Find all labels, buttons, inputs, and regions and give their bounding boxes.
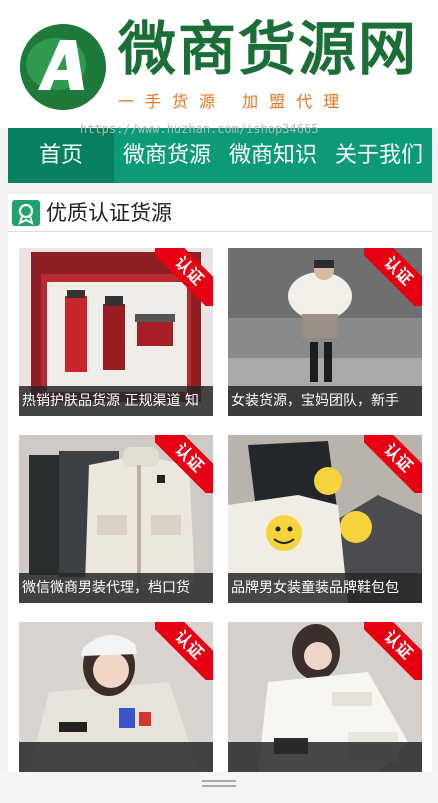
product-caption xyxy=(228,742,422,772)
product-caption xyxy=(19,742,213,772)
product-caption: 女装货源，宝妈团队，新手 xyxy=(228,386,422,416)
certified-badge: 认证 xyxy=(364,248,422,306)
product-card[interactable]: 认证 xyxy=(228,622,422,772)
nav-wechat-knowledge[interactable]: 微商知识 xyxy=(220,128,326,183)
product-card[interactable]: 认证 xyxy=(19,622,213,772)
main-nav: 首页 微商货源 微商知识 关于我们 xyxy=(8,128,432,183)
site-slogan: 一手货源 加盟代理 xyxy=(118,92,351,111)
watermark: https://www.huzhan.com/ishop34665 xyxy=(80,122,319,136)
browser-bottom-bar xyxy=(0,772,438,803)
logo-a-icon xyxy=(20,24,106,110)
certified-badge: 认证 xyxy=(364,435,422,493)
nav-wechat-supply[interactable]: 微商货源 xyxy=(114,128,220,183)
nav-about-us[interactable]: 关于我们 xyxy=(326,128,432,183)
product-card[interactable]: 认证 热销护肤品货源 正规渠道 知 xyxy=(19,248,213,416)
section-header: 优质认证货源 xyxy=(8,194,432,232)
product-card[interactable]: 认证 女装货源，宝妈团队，新手 xyxy=(228,248,422,416)
product-caption: 品牌男女装童装品牌鞋包包 xyxy=(228,573,422,603)
product-caption: 热销护肤品货源 正规渠道 知 xyxy=(19,386,213,416)
nav-home[interactable]: 首页 xyxy=(8,128,114,183)
site-title: 微商货源网 xyxy=(118,15,419,83)
product-caption: 微信微商男装代理，档口货 xyxy=(19,573,213,603)
certified-badge: 认证 xyxy=(364,622,422,680)
product-grid: 认证 热销护肤品货源 正规渠道 知 认证 女装货源，宝妈团队，新手 认证 微信微… xyxy=(8,232,432,803)
site-header: 微商货源网 一手货源 加盟代理 xyxy=(0,0,438,128)
badge-icon xyxy=(12,200,40,226)
certified-badge: 认证 xyxy=(155,622,213,680)
drag-handle-icon[interactable] xyxy=(202,780,236,788)
certified-badge: 认证 xyxy=(155,435,213,493)
product-card[interactable]: 认证 微信微商男装代理，档口货 xyxy=(19,435,213,603)
logo[interactable] xyxy=(20,24,106,110)
certified-badge: 认证 xyxy=(155,248,213,306)
section-title: 优质认证货源 xyxy=(46,201,172,225)
product-card[interactable]: 认证 品牌男女装童装品牌鞋包包 xyxy=(228,435,422,603)
